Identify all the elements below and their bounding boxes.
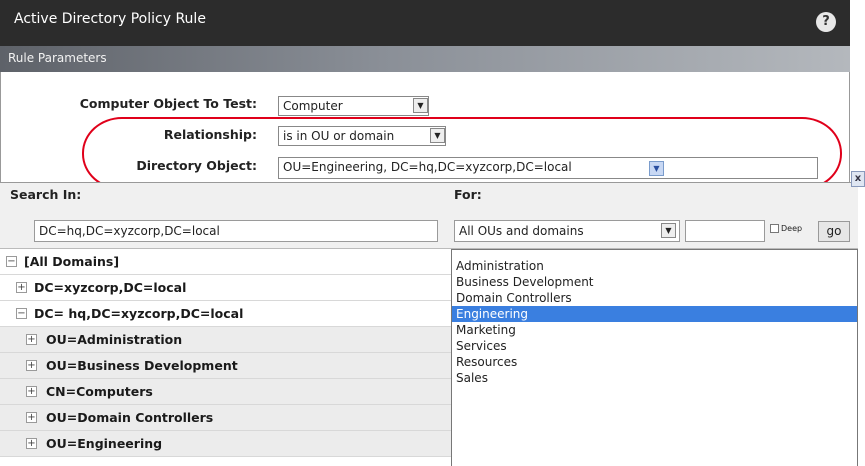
go-button[interactable]: go xyxy=(818,221,850,242)
help-icon[interactable]: ? xyxy=(816,12,836,32)
minus-icon[interactable]: − xyxy=(16,308,27,319)
directory-object-value: OU=Engineering, DC=hq,DC=xyzcorp,DC=loca… xyxy=(283,160,572,174)
tree-node[interactable]: + DC=xyzcorp,DC=local xyxy=(0,275,451,301)
minus-icon[interactable]: − xyxy=(6,256,17,267)
list-item[interactable]: Business Development xyxy=(452,274,857,290)
list-item[interactable]: Services xyxy=(452,338,857,354)
tree-node-label: OU=Business Development xyxy=(46,358,238,373)
for-value: All OUs and domains xyxy=(459,224,584,238)
search-in-label: Search In: xyxy=(10,187,82,202)
search-in-input[interactable]: DC=hq,DC=xyzcorp,DC=local xyxy=(34,220,438,242)
list-item[interactable]: Sales xyxy=(452,370,857,386)
deep-label: Deep xyxy=(781,224,803,233)
chevron-down-icon[interactable]: ▼ xyxy=(430,128,445,143)
plus-icon[interactable]: + xyxy=(26,386,37,397)
chevron-down-icon[interactable]: ▼ xyxy=(661,223,676,238)
directory-browse-popup: Search In: DC=hq,DC=xyzcorp,DC=local For… xyxy=(0,171,865,466)
computer-object-value: Computer xyxy=(283,99,343,113)
search-in-value: DC=hq,DC=xyzcorp,DC=local xyxy=(39,224,220,238)
chevron-down-icon[interactable]: ▼ xyxy=(413,98,428,113)
section-header: Rule Parameters xyxy=(0,46,850,72)
list-item[interactable]: Domain Controllers xyxy=(452,290,857,306)
section-title: Rule Parameters xyxy=(8,51,107,65)
close-icon[interactable]: x xyxy=(851,171,865,187)
tree-node[interactable]: + OU=Administration xyxy=(0,327,451,353)
filter-input[interactable] xyxy=(685,220,765,242)
domain-tree: − [All Domains] + DC=xyzcorp,DC=local − … xyxy=(0,249,451,466)
list-item-selected[interactable]: Engineering xyxy=(452,306,857,322)
tree-node[interactable]: + CN=Computers xyxy=(0,379,451,405)
tree-node-label: [All Domains] xyxy=(24,254,120,269)
list-item[interactable]: Marketing xyxy=(452,322,857,338)
relationship-value: is in OU or domain xyxy=(283,129,395,143)
for-label: For: xyxy=(454,187,482,202)
tree-node[interactable]: − [All Domains] xyxy=(0,249,451,275)
plus-icon[interactable]: + xyxy=(26,438,37,449)
relationship-select[interactable]: is in OU or domain xyxy=(278,126,446,146)
for-select[interactable]: All OUs and domains xyxy=(454,220,680,242)
directory-object-label: Directory Object: xyxy=(136,158,257,173)
window-title: Active Directory Policy Rule xyxy=(14,11,206,27)
deep-checkbox[interactable] xyxy=(770,224,779,233)
list-item[interactable]: Administration xyxy=(452,258,857,274)
deep-option[interactable]: Deep xyxy=(770,224,802,233)
tree-node-label: CN=Computers xyxy=(46,384,153,399)
results-list[interactable]: Administration Business Development Doma… xyxy=(451,249,858,466)
list-item[interactable]: Resources xyxy=(452,354,857,370)
plus-icon[interactable]: + xyxy=(26,334,37,345)
tree-node-label: OU=Administration xyxy=(46,332,183,347)
tree-node-label: DC=xyzcorp,DC=local xyxy=(34,280,187,295)
window-titlebar: Active Directory Policy Rule ? xyxy=(0,0,850,46)
plus-icon[interactable]: + xyxy=(26,360,37,371)
tree-node[interactable]: + OU=Engineering xyxy=(0,431,451,457)
tree-node[interactable]: − DC= hq,DC=xyzcorp,DC=local xyxy=(0,301,451,327)
relationship-label: Relationship: xyxy=(163,127,257,142)
plus-icon[interactable]: + xyxy=(26,412,37,423)
computer-object-label: Computer Object To Test: xyxy=(79,96,257,111)
directory-object-field[interactable]: OU=Engineering, DC=hq,DC=xyzcorp,DC=loca… xyxy=(278,157,818,179)
tree-node-label: DC= hq,DC=xyzcorp,DC=local xyxy=(34,306,244,321)
tree-node-label: OU=Domain Controllers xyxy=(46,410,214,425)
computer-object-select[interactable]: Computer xyxy=(278,96,429,116)
tree-node-label: OU=Engineering xyxy=(46,436,163,451)
browse-header: Search In: DC=hq,DC=xyzcorp,DC=local For… xyxy=(0,183,858,249)
tree-node[interactable]: + OU=Business Development xyxy=(0,353,451,379)
plus-icon[interactable]: + xyxy=(16,282,27,293)
tree-node[interactable]: + OU=Domain Controllers xyxy=(0,405,451,431)
chevron-down-icon[interactable]: ▼ xyxy=(649,161,664,176)
